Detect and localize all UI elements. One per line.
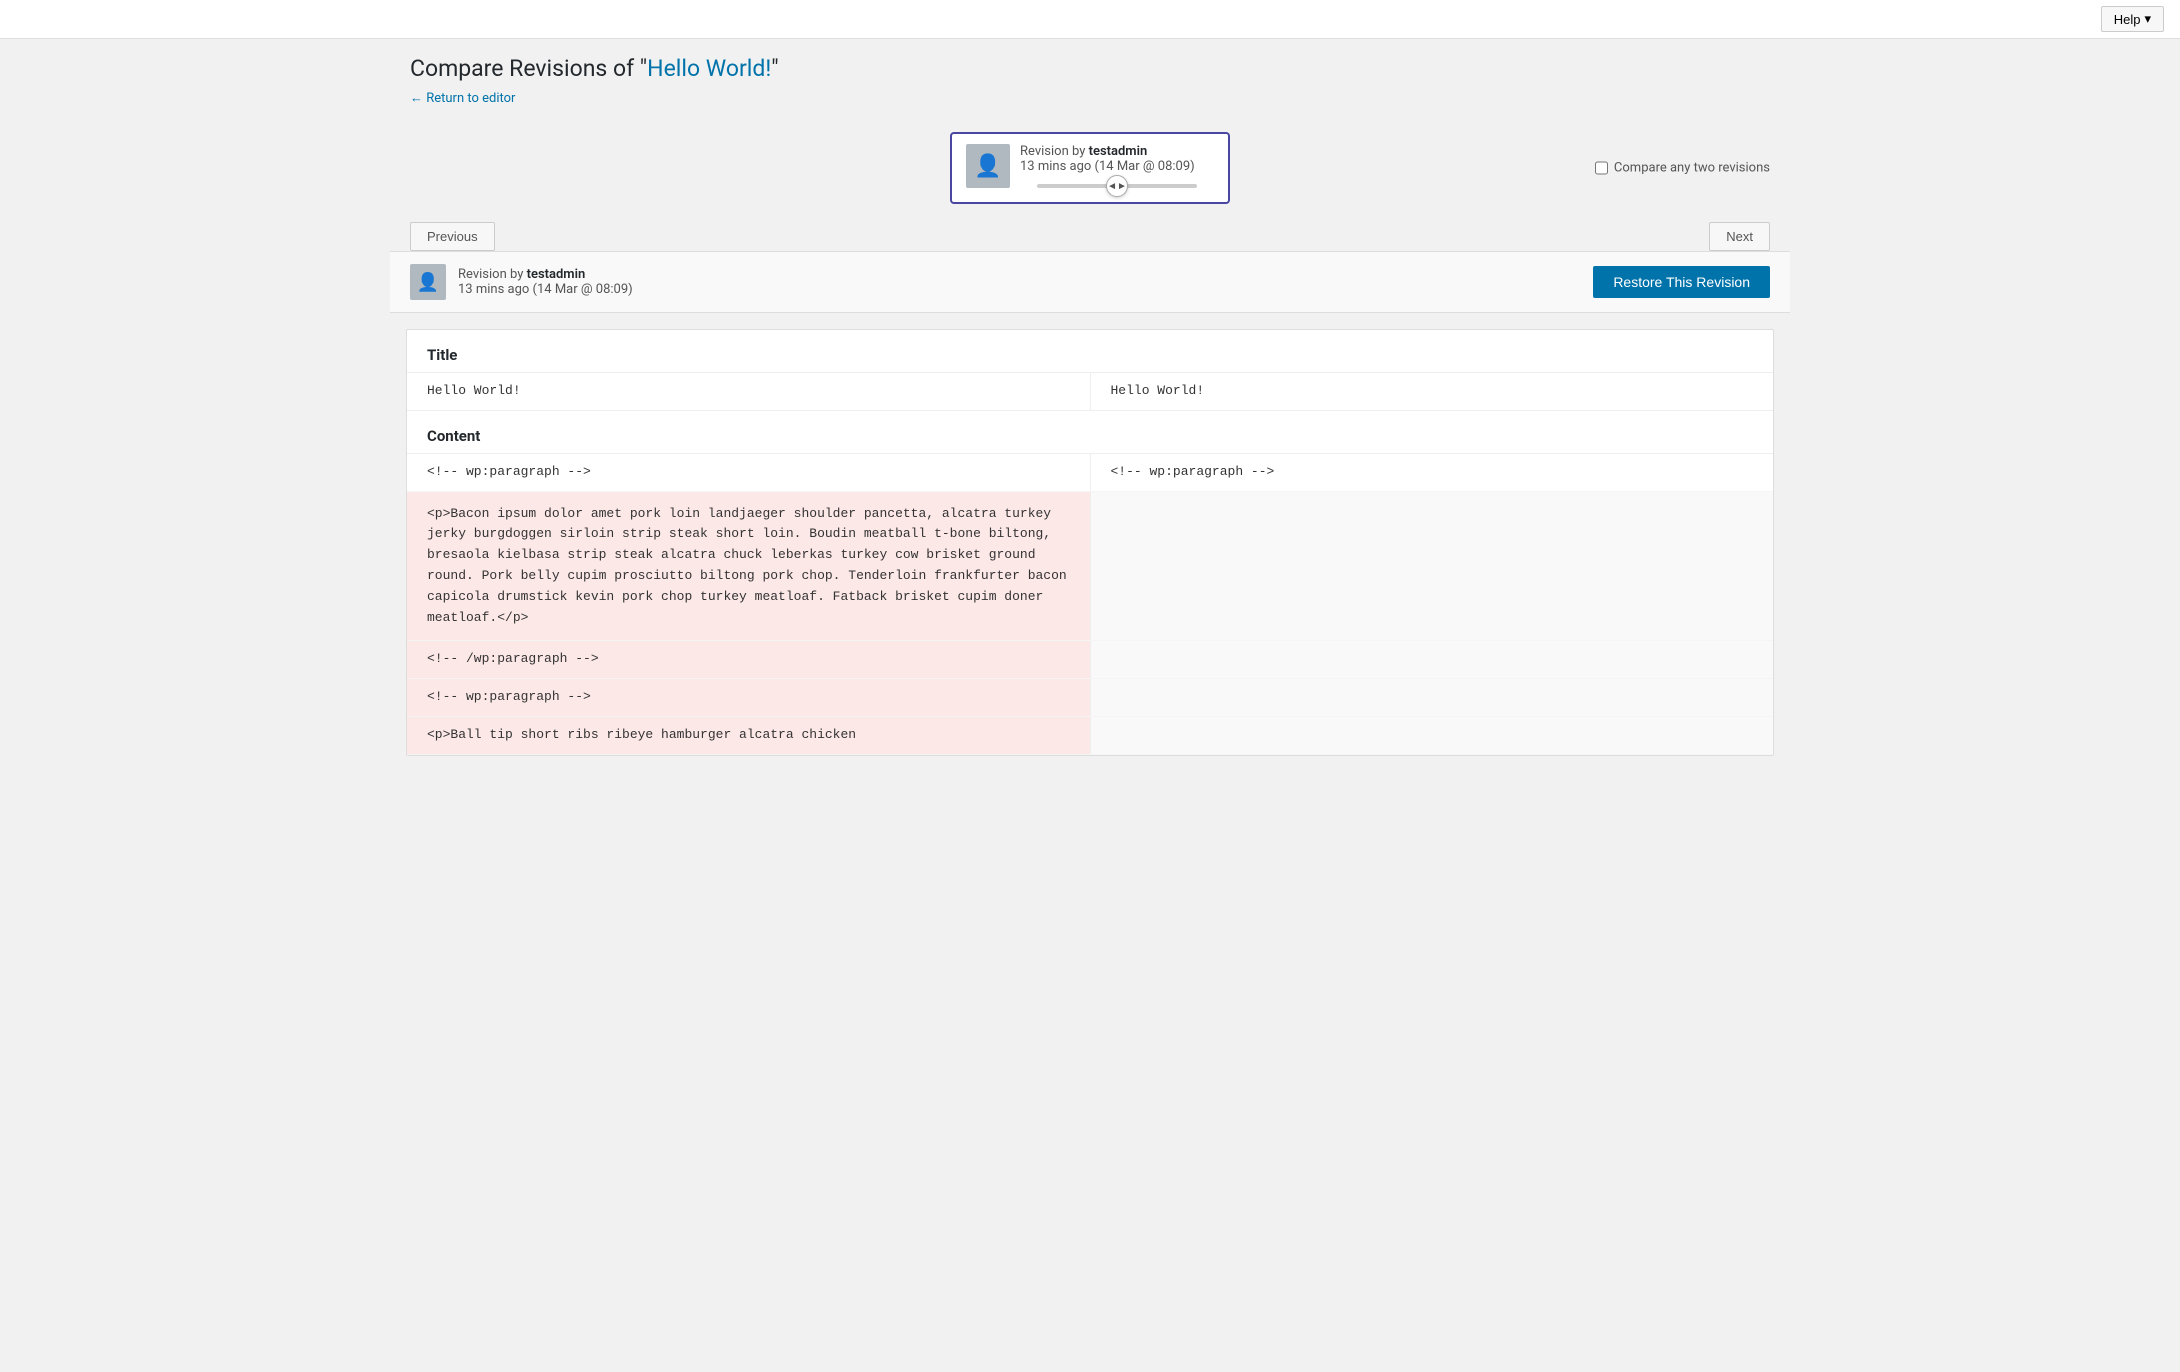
revision-author: testadmin bbox=[1089, 144, 1148, 159]
deleted-content-right-empty bbox=[1090, 492, 1774, 641]
revision-time: 13 mins ago (14 Mar @ 08:09) bbox=[1020, 159, 1214, 174]
close-comment-right-empty bbox=[1090, 641, 1774, 678]
post-title-link[interactable]: Hello World! bbox=[647, 55, 771, 82]
return-to-editor-link[interactable]: ← Return to editor bbox=[410, 90, 515, 106]
comment-left: <!-- wp:paragraph --> bbox=[407, 454, 1090, 491]
slider-track-row: ◄► bbox=[1020, 184, 1214, 188]
second-comment-right-empty bbox=[1090, 679, 1774, 716]
avatar: 👤 bbox=[966, 144, 1010, 188]
content-area: Title Hello World! Hello World! Content … bbox=[406, 329, 1774, 756]
comment-right: <!-- wp:paragraph --> bbox=[1090, 454, 1774, 491]
compare-two-revisions-label: Compare any two revisions bbox=[1614, 161, 1770, 176]
revision-meta-left: 👤 Revision by testadmin 13 mins ago (14 … bbox=[410, 264, 633, 300]
slider-track[interactable]: ◄► bbox=[1037, 184, 1197, 188]
meta-avatar: 👤 bbox=[410, 264, 446, 300]
slider-tooltip: 👤 Revision by testadmin 13 mins ago (14 … bbox=[950, 132, 1230, 204]
ball-tip-right-empty bbox=[1090, 717, 1774, 754]
slider-arrows-icon: ◄► bbox=[1107, 181, 1127, 192]
meta-revision-by: Revision by testadmin bbox=[458, 267, 633, 282]
navigation-row: Previous Next bbox=[390, 214, 1790, 251]
help-button[interactable]: Help ▾ bbox=[2101, 6, 2164, 32]
slider-section: 👤 Revision by testadmin 13 mins ago (14 … bbox=[390, 122, 1790, 214]
meta-user-icon: 👤 bbox=[417, 272, 439, 293]
restore-revision-button[interactable]: Restore This Revision bbox=[1593, 266, 1770, 298]
slider-handle[interactable]: ◄► bbox=[1106, 175, 1128, 197]
compare-checkbox-area: Compare any two revisions bbox=[1595, 161, 1770, 176]
ball-tip-row: <p>Ball tip short ribs ribeye hamburger … bbox=[407, 717, 1773, 755]
meta-info: Revision by testadmin 13 mins ago (14 Ma… bbox=[458, 267, 633, 297]
meta-author: testadmin bbox=[527, 267, 586, 282]
content-section: Content <!-- wp:paragraph --> <!-- wp:pa… bbox=[407, 411, 1773, 755]
title-section-label: Title bbox=[407, 330, 1773, 373]
user-icon: 👤 bbox=[974, 154, 1001, 179]
help-label: Help bbox=[2114, 12, 2141, 27]
title-diff-row: Hello World! Hello World! bbox=[407, 373, 1773, 410]
deleted-block-row: <p>Bacon ipsum dolor amet pork loin land… bbox=[407, 492, 1773, 642]
second-comment-left: <!-- wp:paragraph --> bbox=[407, 679, 1090, 716]
close-comment-left: <!-- /wp:paragraph --> bbox=[407, 641, 1090, 678]
revision-meta-bar: 👤 Revision by testadmin 13 mins ago (14 … bbox=[390, 251, 1790, 313]
title-left: Hello World! bbox=[407, 373, 1090, 410]
title-right: Hello World! bbox=[1090, 373, 1774, 410]
close-paragraph-row: <!-- /wp:paragraph --> bbox=[407, 641, 1773, 679]
content-section-label: Content bbox=[407, 411, 1773, 454]
paragraph-comment-row: <!-- wp:paragraph --> <!-- wp:paragraph … bbox=[407, 454, 1773, 492]
second-paragraph-row: <!-- wp:paragraph --> bbox=[407, 679, 1773, 717]
title-section: Title Hello World! Hello World! bbox=[407, 330, 1773, 411]
next-button[interactable]: Next bbox=[1709, 222, 1770, 251]
deleted-content-left: <p>Bacon ipsum dolor amet pork loin land… bbox=[407, 492, 1090, 641]
previous-button[interactable]: Previous bbox=[410, 222, 495, 251]
compare-two-revisions-checkbox[interactable] bbox=[1595, 162, 1608, 175]
revision-by-label: Revision by testadmin bbox=[1020, 144, 1214, 159]
tooltip-info: Revision by testadmin 13 mins ago (14 Ma… bbox=[1020, 144, 1214, 188]
page-title: Compare Revisions of "Hello World!" bbox=[410, 55, 1770, 82]
meta-time: 13 mins ago (14 Mar @ 08:09) bbox=[458, 282, 633, 297]
chevron-down-icon: ▾ bbox=[2144, 11, 2151, 27]
ball-tip-left: <p>Ball tip short ribs ribeye hamburger … bbox=[407, 717, 1090, 754]
top-bar: Help ▾ bbox=[0, 0, 2180, 39]
page-header: Compare Revisions of "Hello World!" ← Re… bbox=[390, 39, 1790, 122]
